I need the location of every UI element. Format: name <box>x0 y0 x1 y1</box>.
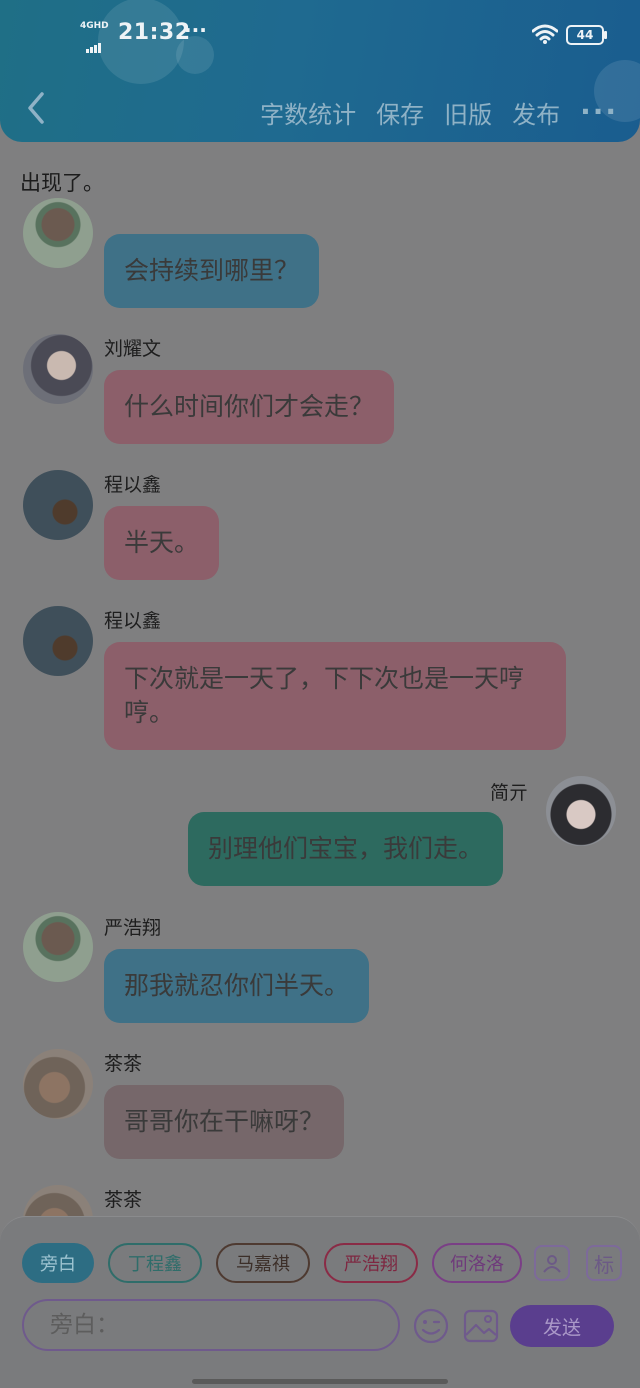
message-bubble[interactable]: 哥哥你在干嘛呀？ <box>104 1085 345 1159</box>
top-bar: 4GHD 21:32 ··· 44 字数统计 保存 旧版 发布 ··· <box>0 0 640 142</box>
clock: 21:32 <box>118 20 191 45</box>
sender-name: 严浩翔 <box>104 917 162 939</box>
sender-name: 简亓 <box>490 782 529 804</box>
person-icon <box>543 1255 561 1273</box>
avatar[interactable] <box>23 334 93 404</box>
signal-icon <box>86 34 102 53</box>
sender-name: 茶茶 <box>104 1053 143 1075</box>
status-bar: 4GHD 21:32 ··· 44 <box>0 18 640 54</box>
image-icon <box>463 1309 499 1343</box>
wifi-icon <box>532 24 558 44</box>
role-chip[interactable]: 马嘉祺 <box>216 1243 310 1283</box>
role-chip-narration[interactable]: 旁白 <box>22 1243 94 1283</box>
sender-name: 程以鑫 <box>104 610 162 632</box>
home-indicator <box>192 1379 448 1384</box>
role-chip[interactable]: 何洛洛 <box>432 1243 522 1283</box>
back-button[interactable] <box>20 88 52 128</box>
sender-name: 茶茶 <box>104 1189 143 1211</box>
word-count-button[interactable]: 字数统计 <box>260 95 356 130</box>
character-select-button[interactable] <box>534 1245 570 1281</box>
avatar[interactable] <box>546 776 616 846</box>
message-bubble[interactable]: 半天。 <box>104 506 220 580</box>
avatar[interactable] <box>23 606 93 676</box>
message-input[interactable]: 旁白： <box>22 1299 400 1351</box>
status-dots: ··· <box>184 18 207 42</box>
role-chip[interactable]: 严浩翔 <box>324 1243 418 1283</box>
battery-indicator: 44 <box>566 25 607 45</box>
network-type: 4GHD <box>80 21 109 31</box>
message-bubble[interactable]: 什么时间你们才会走？ <box>104 370 395 444</box>
message-bubble[interactable]: 会持续到哪里？ <box>104 234 320 308</box>
avatar[interactable] <box>23 470 93 540</box>
more-options-button[interactable]: ··· <box>580 98 618 126</box>
header-actions: 字数统计 保存 旧版 发布 ··· <box>260 92 640 132</box>
avatar[interactable] <box>23 1049 93 1119</box>
tag-button[interactable]: 标 <box>586 1245 622 1281</box>
chevron-left-icon <box>28 92 44 124</box>
avatar[interactable] <box>23 198 93 268</box>
message-bubble[interactable]: 下次就是一天了，下下次也是一天哼哼。 <box>104 642 566 750</box>
sender-name: 刘耀文 <box>104 338 162 360</box>
send-button[interactable]: 发送 <box>510 1305 614 1347</box>
save-button[interactable]: 保存 <box>376 95 424 130</box>
narration-text: 出现了。 <box>20 171 104 195</box>
old-version-button[interactable]: 旧版 <box>444 95 492 130</box>
emoji-icon <box>413 1308 449 1344</box>
avatar[interactable] <box>23 912 93 982</box>
image-button[interactable] <box>462 1307 500 1345</box>
role-chip[interactable]: 丁程鑫 <box>108 1243 202 1283</box>
message-bubble[interactable]: 别理他们宝宝，我们走。 <box>188 812 504 886</box>
emoji-button[interactable] <box>412 1307 450 1345</box>
message-bubble[interactable]: 那我就忍你们半天。 <box>104 949 370 1023</box>
publish-button[interactable]: 发布 <box>512 95 560 130</box>
sender-name: 程以鑫 <box>104 474 162 496</box>
compose-panel: 旁白 丁程鑫 马嘉祺 严浩翔 何洛洛 标 旁白： 发送 <box>0 1216 640 1388</box>
